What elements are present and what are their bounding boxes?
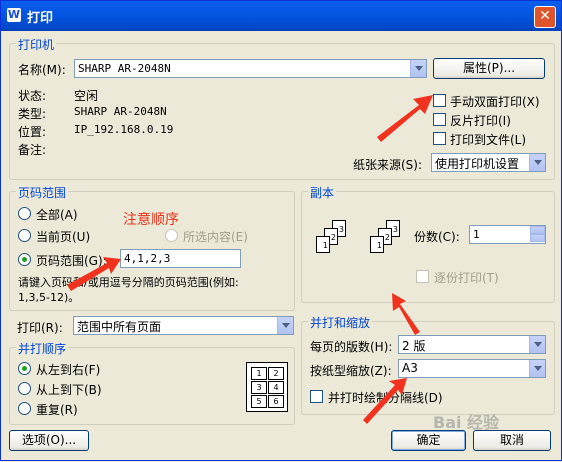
scale-label: 按纸型缩放(Z): xyxy=(310,364,392,378)
printer-group-title: 打印机 xyxy=(16,36,57,53)
pages-per-sheet-value: 2 版 xyxy=(402,339,426,353)
current-page-label[interactable]: 当前页(U) xyxy=(36,228,90,245)
zoom-group: 并打和缩放 每页的版数(H): 2 版 按纸型缩放(Z): A3 并打时绘制分隔… xyxy=(301,314,555,415)
order-preview-icon: 1 2 3 4 5 6 xyxy=(246,362,288,412)
window-title: 打印 xyxy=(27,11,54,26)
repeat-radio[interactable] xyxy=(18,402,31,415)
border-label[interactable]: 并打时绘制分隔线(D) xyxy=(328,389,443,406)
location-value: IP_192.168.0.19 xyxy=(74,123,174,136)
all-pages-radio[interactable] xyxy=(18,207,31,220)
comment-label: 备注: xyxy=(18,143,47,157)
print-to-file-checkbox[interactable] xyxy=(433,132,446,145)
top-to-bottom-label[interactable]: 从上到下(B) xyxy=(36,381,102,398)
printer-group: 打印机 名称(M): SHARP AR-2048N 属性(P)... 状态: 空… xyxy=(9,36,555,180)
printer-name-label: 名称(M): xyxy=(18,63,66,77)
print-what-label: 打印(R): xyxy=(17,321,63,335)
copies-count-input[interactable]: 1 xyxy=(469,225,546,244)
properties-button[interactable]: 属性(P)... xyxy=(433,58,545,79)
reverse-label[interactable]: 反片打印(I) xyxy=(450,112,511,129)
selection-radio[interactable] xyxy=(165,229,178,242)
copies-spinner[interactable] xyxy=(530,226,545,243)
printer-name-value: SHARP AR-2048N xyxy=(78,62,171,75)
chevron-down-icon[interactable] xyxy=(529,154,545,171)
current-page-radio[interactable] xyxy=(18,229,31,242)
chevron-down-icon[interactable] xyxy=(529,360,545,377)
cancel-button[interactable]: 取消 xyxy=(473,430,551,451)
reverse-checkbox[interactable] xyxy=(433,113,446,126)
order-annotation: 注意顺序 xyxy=(123,212,179,228)
pages-per-sheet-label: 每页的版数(H): xyxy=(310,340,393,354)
all-pages-label[interactable]: 全部(A) xyxy=(36,206,78,223)
order-group-title: 并打顺序 xyxy=(16,340,69,357)
printer-name-select[interactable]: SHARP AR-2048N xyxy=(74,59,427,78)
chevron-down-icon[interactable] xyxy=(277,317,293,334)
type-value: SHARP AR-2048N xyxy=(74,105,167,118)
type-label: 类型: xyxy=(18,107,47,121)
location-label: 位置: xyxy=(18,125,47,139)
wps-app-icon: W xyxy=(7,8,21,22)
copies-group: 副本 3 2 1 3 2 1 份数(C): 1 逐份打印(T) xyxy=(301,184,555,303)
duplex-checkbox[interactable] xyxy=(433,94,446,107)
collate-label[interactable]: 逐份打印(T) xyxy=(434,269,499,286)
print-to-file-label[interactable]: 打印到文件(L) xyxy=(450,131,526,148)
copies-group-title: 副本 xyxy=(308,184,337,201)
collate-checkbox[interactable] xyxy=(416,270,429,283)
order-group: 并打顺序 从左到右(F) 从上到下(B) 重复(R) 1 2 3 4 5 6 xyxy=(9,340,295,425)
page-range-hint-line1: 请键入页码和/或用逗号分隔的页码范围(例如: xyxy=(18,276,239,289)
duplex-label[interactable]: 手动双面打印(X) xyxy=(450,93,540,110)
left-to-right-label[interactable]: 从左到右(F) xyxy=(36,361,100,378)
collate-pages-icon: 3 2 1 xyxy=(314,220,364,280)
print-what-select[interactable]: 范围中所有页面 xyxy=(73,316,294,335)
copies-count-label: 份数(C): xyxy=(414,230,460,244)
chevron-down-icon[interactable] xyxy=(410,60,426,77)
copies-count-value: 1 xyxy=(473,228,480,241)
print-dialog: W 打印 ✕ 打印机 名称(M): SHARP AR-2048N 属性(P)..… xyxy=(0,0,562,461)
close-button[interactable]: ✕ xyxy=(534,6,556,28)
page-range-hint-line2: 1,3,5-12)。 xyxy=(18,291,80,304)
page-range-value: 4,1,2,3 xyxy=(124,252,171,265)
pages-per-sheet-select[interactable]: 2 版 xyxy=(398,335,546,354)
page-range-group-title: 页码范围 xyxy=(16,184,69,201)
paper-source-label: 纸张来源(S): xyxy=(353,158,423,172)
close-icon: ✕ xyxy=(539,8,551,24)
status-value: 空闲 xyxy=(74,89,99,103)
repeat-label[interactable]: 重复(R) xyxy=(36,401,78,418)
watermark: Bai 经验 xyxy=(433,413,500,432)
scale-select[interactable]: A3 xyxy=(398,359,546,378)
paper-source-select[interactable]: 使用打印机设置 xyxy=(431,153,546,172)
page-range-label[interactable]: 页码范围(G): xyxy=(36,252,107,269)
status-label: 状态: xyxy=(18,89,47,103)
options-button[interactable]: 选项(O)... xyxy=(9,430,89,451)
selection-label[interactable]: 所选内容(E) xyxy=(183,228,248,245)
page-range-radio[interactable] xyxy=(18,253,31,266)
border-checkbox[interactable] xyxy=(310,390,323,403)
left-to-right-radio[interactable] xyxy=(18,362,31,375)
ok-button[interactable]: 确定 xyxy=(391,430,466,451)
title-bar[interactable]: W 打印 ✕ xyxy=(1,1,561,31)
collate-pages-icon-2: 3 2 1 xyxy=(368,220,418,280)
scale-value: A3 xyxy=(402,361,418,375)
chevron-down-icon[interactable] xyxy=(529,336,545,353)
top-to-bottom-radio[interactable] xyxy=(18,382,31,395)
paper-source-value: 使用打印机设置 xyxy=(435,157,520,171)
print-what-value: 范围中所有页面 xyxy=(77,320,162,334)
zoom-group-title: 并打和缩放 xyxy=(308,314,373,331)
page-range-input[interactable]: 4,1,2,3 xyxy=(120,249,241,268)
